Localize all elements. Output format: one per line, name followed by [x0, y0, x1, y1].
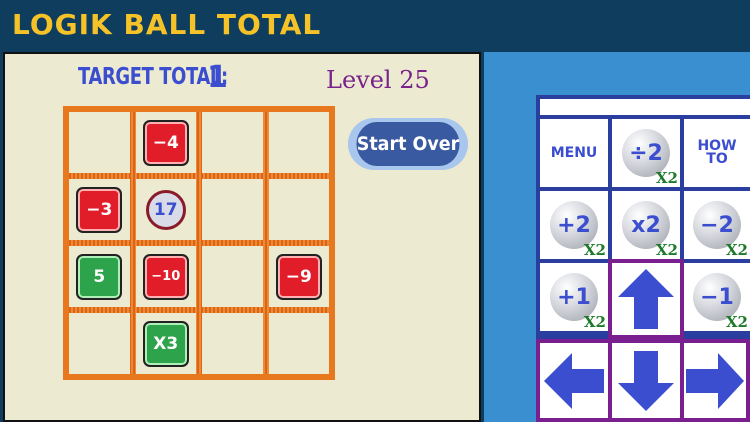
grid-cell[interactable]	[202, 246, 263, 307]
game-grid: −4 −3 17 5 −10 −9 X3	[63, 106, 335, 380]
plus-1-count: X2	[583, 313, 606, 331]
menu-button[interactable]: MENU	[540, 119, 608, 187]
grid-cell[interactable]: 17	[135, 179, 196, 240]
plus-2-button[interactable]: +2 X2	[540, 191, 608, 259]
grid-cell[interactable]	[69, 112, 130, 173]
arrow-left-icon	[544, 352, 604, 409]
grid-cell[interactable]	[268, 179, 329, 240]
plus-1-label: +1	[557, 284, 591, 310]
divide-2-count: X2	[655, 169, 678, 187]
times-2-label: x2	[631, 212, 661, 238]
target-total-value: 1	[207, 60, 228, 95]
arrow-right-icon	[686, 352, 744, 409]
move-down-button[interactable]	[608, 339, 684, 422]
grid-cell[interactable]	[202, 179, 263, 240]
move-up-button[interactable]	[608, 259, 684, 339]
green-number-tile[interactable]: 5	[76, 253, 123, 300]
red-number-tile[interactable]: −9	[275, 253, 322, 300]
player-ball: 17	[145, 189, 186, 230]
minus-1-button[interactable]: −1 X2	[684, 263, 750, 331]
how-to-line-2: TO	[706, 151, 728, 167]
minus-1-label: −1	[700, 284, 734, 310]
grid-cell[interactable]: −4	[135, 112, 196, 173]
control-pad-header	[540, 99, 750, 115]
divide-2-button[interactable]: ÷2 X2	[612, 119, 680, 187]
minus-2-count: X2	[725, 241, 748, 259]
minus-2-label: −2	[700, 212, 734, 238]
target-total-label: TARGET TOTAL:	[78, 64, 228, 90]
minus-1-count: X2	[725, 313, 748, 331]
grid-cell[interactable]: −9	[268, 246, 329, 307]
grid-cell[interactable]: −3	[69, 179, 130, 240]
menu-label: MENU	[550, 144, 598, 161]
grid-cell[interactable]	[268, 313, 329, 374]
start-over-label: Start Over	[356, 122, 460, 166]
grid-cells: −4 −3 17 5 −10 −9 X3	[69, 112, 329, 374]
minus-2-button[interactable]: −2 X2	[684, 191, 750, 259]
red-number-tile[interactable]: −10	[142, 253, 189, 300]
start-over-button[interactable]: Start Over	[348, 118, 468, 170]
plus-2-count: X2	[583, 241, 606, 259]
arrow-down-icon	[618, 350, 674, 411]
move-right-face	[684, 343, 746, 418]
move-down-face	[612, 343, 680, 418]
grid-cell[interactable]: X3	[135, 313, 196, 374]
plus-1-button[interactable]: +1 X2	[540, 263, 608, 331]
plus-2-label: +2	[557, 212, 591, 238]
arrow-up-icon	[618, 269, 674, 329]
how-to-label: HOW TO	[697, 139, 736, 167]
grid-cell[interactable]	[268, 112, 329, 173]
divide-2-label: ÷2	[629, 140, 663, 166]
red-number-tile[interactable]: −4	[142, 119, 189, 166]
green-number-tile[interactable]: X3	[142, 320, 189, 367]
move-left-face	[540, 343, 608, 418]
grid-cell[interactable]: 5	[69, 246, 130, 307]
move-up-face	[612, 263, 680, 335]
grid-cell[interactable]	[202, 313, 263, 374]
move-right-button[interactable]	[680, 339, 750, 422]
red-number-tile[interactable]: −3	[76, 186, 123, 233]
times-2-count: X2	[655, 241, 678, 259]
level-indicator: Level 25	[326, 66, 430, 94]
times-2-button[interactable]: x2 X2	[612, 191, 680, 259]
move-left-button[interactable]	[536, 339, 612, 422]
title-bar: LOGIK BALL TOTAL	[0, 0, 750, 50]
grid-cell[interactable]: −10	[135, 246, 196, 307]
game-title: LOGIK BALL TOTAL	[12, 8, 322, 41]
grid-cell[interactable]	[202, 112, 263, 173]
how-to-button[interactable]: HOW TO	[684, 119, 750, 187]
grid-cell[interactable]	[69, 313, 130, 374]
